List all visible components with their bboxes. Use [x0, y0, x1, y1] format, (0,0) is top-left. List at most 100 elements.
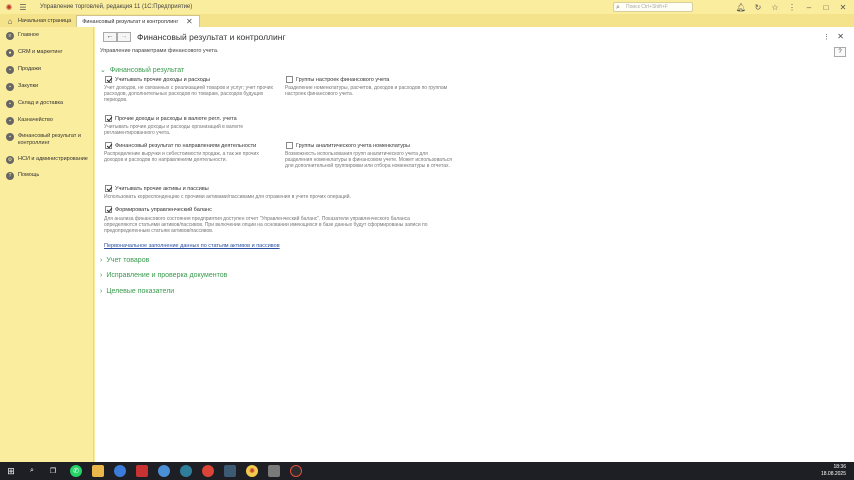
tab-active-label: Финансовый результат и контроллинг	[82, 18, 179, 25]
app-red-icon[interactable]	[136, 465, 148, 477]
sidebar-item-sales[interactable]: ▪ Продажи	[0, 66, 93, 74]
settings-icon: ⚙	[6, 156, 14, 164]
tab-bar: ⌂ Начальная страница Финансовый результа…	[0, 14, 854, 27]
help-icon: ?	[6, 172, 14, 180]
option-currency-income-label: Прочие доходы и расходы в валюте регл. у…	[115, 115, 237, 122]
warehouse-icon: ▪	[6, 100, 14, 108]
chrome-icon[interactable]	[202, 465, 214, 477]
tab-home[interactable]: ⌂ Начальная страница	[0, 15, 77, 27]
1c-icon[interactable]: ✺	[246, 465, 258, 477]
option-mgmt-balance-label: Формировать управленческий баланс	[115, 206, 212, 213]
option-by-direction-label: Финансовый результат по направлениям дея…	[115, 142, 257, 149]
browser-icon[interactable]	[114, 465, 126, 477]
chevron-down-icon: ⌄	[100, 67, 106, 74]
task-view-icon[interactable]: ❐	[47, 465, 59, 477]
sidebar-item-help[interactable]: ? Помощь	[0, 172, 93, 180]
group-fin-result[interactable]: ⌄ Финансовый результат	[100, 66, 185, 75]
app-globe-icon[interactable]	[180, 465, 192, 477]
crm-icon: ●	[6, 49, 14, 57]
star-icon[interactable]: ☆	[770, 2, 780, 12]
option-other-assets-label: Учитывать прочие активы и пассивы	[115, 185, 209, 192]
sidebar-item-crm[interactable]: ● CRM и маркетинг	[0, 49, 93, 57]
option-analytic-groups[interactable]: Группы аналитического учета номенклатуры	[286, 142, 410, 149]
page-subtitle: Управление параметрами финансового учета…	[100, 48, 219, 54]
forward-button[interactable]: →	[117, 32, 131, 42]
desc-settings-groups: Разделение номенклатуры, расчетов, доход…	[285, 85, 448, 98]
search-icon[interactable]: ⌕	[26, 465, 38, 477]
back-button[interactable]: ←	[103, 32, 117, 42]
sidebar-item-admin[interactable]: ⚙ НСИ и администрирование	[0, 156, 93, 164]
close-form-button[interactable]: ✕	[837, 32, 844, 41]
nav-buttons: ← →	[103, 32, 131, 42]
option-settings-groups-label: Группы настроек финансового учета	[296, 76, 390, 83]
app-title: Управление торговлей, редакция 11 (1С:Пр…	[40, 4, 193, 10]
sidebar-item-label: CRM и маркетинг	[18, 49, 63, 55]
menu-icon[interactable]: ☰	[18, 2, 28, 12]
search-input[interactable]: ⌕ Поиск Ctrl+Shift+F	[613, 2, 693, 12]
finance-icon: ▪	[6, 133, 14, 141]
option-settings-groups[interactable]: Группы настроек финансового учета	[286, 76, 389, 83]
app-monitor-icon[interactable]	[224, 465, 236, 477]
sidebar-item-label: Главное	[18, 32, 40, 38]
checkbox-other-assets[interactable]	[105, 185, 112, 192]
page-title: Финансовый результат и контроллинг	[137, 32, 286, 42]
clock-time: 18:36	[833, 464, 846, 470]
file-explorer-icon[interactable]	[92, 465, 104, 477]
group-docs[interactable]: › Исправление и проверка документов	[100, 272, 227, 279]
taskbar: ⊞ ⌕ ❐ ✆ ✺ 18:36 18.08.2025	[0, 462, 854, 480]
maximize-icon[interactable]: □	[821, 2, 831, 12]
close-window-icon[interactable]: ✕	[838, 2, 848, 12]
option-by-direction[interactable]: Финансовый результат по направлениям дея…	[105, 142, 256, 149]
group-docs-label: Исправление и проверка документов	[106, 272, 228, 279]
option-other-assets[interactable]: Учитывать прочие активы и пассивы	[105, 185, 209, 192]
group-goods-label: Учет товаров	[106, 257, 150, 264]
sidebar-item-label: Казначейство	[18, 117, 53, 123]
desc-mgmt-balance: Для анализа финансового состояния предпр…	[104, 216, 428, 235]
sidebar-item-purchases[interactable]: ▪ Закупки	[0, 83, 93, 91]
home-icon: ⌂	[7, 16, 13, 26]
app-logo-icon: ✺	[5, 2, 13, 12]
minimize-icon[interactable]: –	[804, 2, 814, 12]
windows-start-icon[interactable]: ⊞	[5, 465, 17, 477]
clock[interactable]: 18:36 18.08.2025	[821, 464, 846, 478]
option-analytic-groups-label: Группы аналитического учета номенклатуры	[296, 142, 410, 149]
desc-other-assets: Использовать корреспонденцию с прочими а…	[104, 194, 351, 200]
sidebar: ≡ Главное ● CRM и маркетинг ▪ Продажи ▪ …	[0, 27, 94, 462]
checkbox-analytic-groups[interactable]	[286, 142, 293, 149]
tab-active[interactable]: Финансовый результат и контроллинг ✕	[76, 15, 201, 27]
sidebar-item-finance[interactable]: ▪ Финансовый результат и контроллинг	[0, 133, 93, 147]
app-dark-icon[interactable]	[290, 465, 302, 477]
option-other-income[interactable]: Учитывать прочие доходы и расходы	[105, 76, 210, 83]
app-blue-icon[interactable]	[158, 465, 170, 477]
sidebar-item-label: Продажи	[18, 66, 41, 72]
checkbox-currency-income[interactable]	[105, 115, 112, 122]
help-button[interactable]: ?	[834, 47, 846, 57]
sidebar-item-main[interactable]: ≡ Главное	[0, 32, 93, 40]
option-other-income-label: Учитывать прочие доходы и расходы	[115, 76, 210, 83]
checkbox-by-direction[interactable]	[105, 142, 112, 149]
chevron-right-icon: ›	[100, 257, 103, 264]
group-fin-result-label: Финансовый результат	[109, 66, 185, 74]
sidebar-item-label: Помощь	[18, 172, 40, 178]
title-bar: ✺ ☰ Управление торговлей, редакция 11 (1…	[0, 0, 854, 14]
checkbox-other-income[interactable]	[105, 76, 112, 83]
option-currency-income[interactable]: Прочие доходы и расходы в валюте регл. у…	[105, 115, 237, 122]
sidebar-item-treasury[interactable]: ▪ Казначейство	[0, 117, 93, 125]
history-icon[interactable]: ↻	[753, 2, 763, 12]
app-gray-icon[interactable]	[268, 465, 280, 477]
treasury-icon: ▪	[6, 117, 14, 125]
link-initial-fill[interactable]: Первоначальное заполнение данных по стат…	[104, 243, 280, 249]
more-icon[interactable]: ⋮	[787, 2, 797, 12]
tab-close-icon[interactable]: ✕	[184, 17, 194, 27]
sidebar-item-warehouse[interactable]: ▪ Склад и доставка	[0, 100, 93, 108]
checkbox-mgmt-balance[interactable]	[105, 206, 112, 213]
sidebar-item-label: Закупки	[18, 83, 39, 89]
group-targets[interactable]: › Целевые показатели	[100, 288, 174, 295]
search-placeholder: Поиск Ctrl+Shift+F	[626, 4, 668, 10]
whatsapp-icon[interactable]: ✆	[70, 465, 82, 477]
checkbox-settings-groups[interactable]	[286, 76, 293, 83]
group-goods[interactable]: › Учет товаров	[100, 257, 149, 264]
more-actions-button[interactable]: ⋮	[823, 33, 830, 41]
bell-icon[interactable]: 🔔︎	[736, 2, 746, 12]
option-mgmt-balance[interactable]: Формировать управленческий баланс	[105, 206, 212, 213]
